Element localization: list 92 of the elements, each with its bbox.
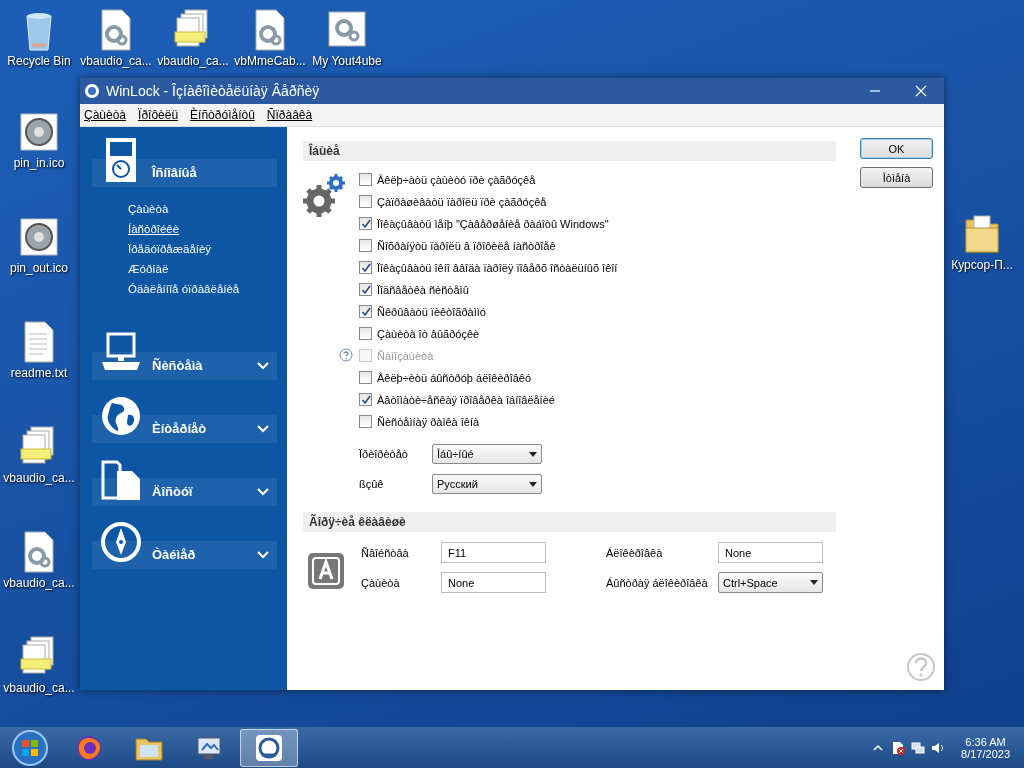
icon-label: Recycle Bin bbox=[7, 54, 71, 68]
icon-label: vbaudio_ca... bbox=[80, 54, 152, 68]
sidebar-link[interactable]: Ïðåäóïðåæäåíèÿ bbox=[128, 243, 287, 255]
start-button[interactable] bbox=[10, 727, 50, 768]
sidebar-link[interactable]: Çàùèòà bbox=[128, 203, 287, 215]
ok-button[interactable]: OK bbox=[860, 138, 933, 159]
checkbox-label: Âêëþ÷àòü çàùèòó ïðè çàãðóçêå bbox=[377, 173, 536, 186]
input-field[interactable]: F11 bbox=[441, 542, 546, 563]
flag-icon[interactable] bbox=[891, 740, 906, 755]
settings-icon bbox=[303, 173, 347, 217]
winlock-icon bbox=[254, 732, 284, 763]
sidebar-section[interactable]: Ñèñòåìà bbox=[92, 330, 277, 380]
checkbox-label: Çàùèòà îò âûãðóçêè bbox=[377, 327, 480, 340]
disk-image-icon[interactable] bbox=[19, 215, 59, 259]
sidebar-link[interactable]: Íàñòðîéêè bbox=[128, 223, 287, 235]
checkbox-label: Ñîõðàíÿòü ïàðîëü â ïðîôèëå íàñòðîåê bbox=[377, 239, 556, 252]
icon-label: pin_out.ico bbox=[9, 261, 68, 275]
input-field[interactable]: None bbox=[718, 542, 823, 563]
section-header: Ãîðÿ÷èå êëàâèøè bbox=[303, 512, 836, 532]
section-header: Îáùèå bbox=[303, 141, 836, 161]
compass-icon bbox=[100, 519, 142, 565]
sidebar-section[interactable]: Îñíîâíûå bbox=[92, 137, 277, 187]
window-title: WinLock - Îçíàêîìèòåëüíàÿ Âåðñèÿ bbox=[106, 83, 321, 99]
checkbox-label: Ñàìîçàùèòà bbox=[377, 349, 434, 362]
disk-image-icon[interactable] bbox=[19, 110, 59, 154]
menu-item[interactable]: Ïðîôèëü bbox=[138, 108, 179, 122]
input-field[interactable]: None bbox=[441, 572, 546, 593]
checkbox[interactable] bbox=[359, 327, 372, 340]
icon-label: pin_in.ico bbox=[13, 156, 65, 170]
network-icon[interactable] bbox=[911, 740, 926, 755]
field-label: Ïðèîðèòåò bbox=[359, 448, 409, 460]
icon-label: My Yout4ube bbox=[312, 54, 382, 68]
checkbox-label: Ïîêàçûâàòü îêíî ââîäà ïàðîëÿ ïîâåðõ îñòàëüíûõ îêîí bbox=[377, 261, 618, 274]
chevron-down-icon[interactable] bbox=[257, 425, 269, 433]
menu-item[interactable]: Çàùèòà bbox=[84, 108, 127, 122]
icon-label: vbaudio_ca... bbox=[3, 576, 75, 590]
field-label: ßçûê bbox=[359, 478, 385, 490]
checkbox-label: Ñèñòåìíàÿ ðàìêà îêíà bbox=[377, 415, 480, 428]
clock-time[interactable]: 6:36 AM bbox=[965, 735, 1006, 748]
chevron-down-icon[interactable] bbox=[257, 488, 269, 496]
cancel-button[interactable]: Îòìåíà bbox=[860, 167, 933, 188]
checkmark-icon bbox=[360, 218, 371, 229]
folder-icon[interactable] bbox=[962, 212, 1002, 256]
checkbox[interactable] bbox=[359, 261, 372, 274]
keyboard-key-icon bbox=[307, 552, 345, 590]
checkbox[interactable] bbox=[359, 415, 372, 428]
checkbox-label: Ñêðûâàòü ïèêòîãðàììó bbox=[377, 305, 486, 318]
field-label: Çàùèòà bbox=[361, 576, 401, 589]
checkmark-icon bbox=[360, 306, 371, 317]
menu-item[interactable]: Èíñòðóìåíòû bbox=[190, 108, 255, 122]
dropdown-arrow-icon[interactable] bbox=[529, 451, 537, 457]
checkbox[interactable] bbox=[359, 239, 372, 252]
checkbox-label: Çàïðàøèâàòü ïàðîëü ïðè çàãðóçêå bbox=[377, 195, 547, 208]
sidebar-link[interactable]: Æóðíàë bbox=[128, 263, 287, 275]
icon-label: vbMmeCab... bbox=[234, 54, 306, 68]
dropdown[interactable]: Ctrl+Space bbox=[718, 572, 823, 593]
sidebar-section[interactable]: Òàéìåð bbox=[92, 519, 277, 569]
chevron-down-icon[interactable] bbox=[257, 362, 269, 370]
checkbox[interactable] bbox=[359, 217, 372, 230]
taskbar-button[interactable] bbox=[240, 728, 298, 767]
checkbox[interactable] bbox=[359, 283, 372, 296]
checkmark-icon bbox=[360, 262, 371, 273]
icon-label: vbaudio_ca... bbox=[3, 681, 75, 695]
sidebar-link[interactable]: Óäàëåííîå óïðàâëåíèå bbox=[128, 283, 287, 295]
checkbox[interactable] bbox=[359, 195, 372, 208]
dropdown-arrow-icon[interactable] bbox=[810, 580, 818, 585]
checkmark-icon bbox=[360, 284, 371, 295]
icon-label: Курсор-П... bbox=[951, 258, 1013, 272]
speaker-icon[interactable] bbox=[931, 740, 946, 755]
clock-date[interactable]: 8/17/2023 bbox=[961, 747, 1010, 760]
icon-label: vbaudio_ca... bbox=[157, 54, 229, 68]
checkbox-label: Âêëþ÷èòü áûñòðóþ áëîêèðîâêó bbox=[377, 371, 532, 384]
checkbox[interactable] bbox=[359, 393, 372, 406]
checkbox[interactable] bbox=[359, 305, 372, 318]
checkmark-icon bbox=[360, 394, 371, 405]
dropdown[interactable]: Îáû÷íûé bbox=[432, 444, 542, 464]
icon-label: readme.txt bbox=[10, 366, 68, 380]
dropdown[interactable]: Русский bbox=[432, 474, 542, 494]
checkbox[interactable] bbox=[359, 371, 372, 384]
close-icon[interactable] bbox=[915, 85, 927, 97]
field-label: Áûñòðàÿ áëîêèðîâêà bbox=[606, 576, 709, 589]
field-label: Ñâîéñòâà bbox=[361, 546, 410, 559]
checkbox-label: Àâòîìàòè÷åñêàÿ ïðîâåðêà îáíîâëåíèé bbox=[377, 393, 555, 406]
field-label: Áëîêèðîâêà bbox=[606, 546, 664, 559]
checkbox-label: Ïîäñâåòêà ñèñòåìû bbox=[377, 283, 469, 296]
app-icon bbox=[84, 83, 100, 99]
menu-item[interactable]: Ñïðàâêà bbox=[266, 108, 313, 122]
dropdown-arrow-icon[interactable] bbox=[529, 481, 537, 487]
icon-label: vbaudio_ca... bbox=[3, 471, 75, 485]
checkbox-label: Ïîêàçûâàòü ìåíþ "Çàâåðøåíèå ðàáîòû Windows" bbox=[377, 217, 609, 230]
chevron-down-icon[interactable] bbox=[257, 551, 269, 559]
checkbox[interactable] bbox=[359, 173, 372, 186]
